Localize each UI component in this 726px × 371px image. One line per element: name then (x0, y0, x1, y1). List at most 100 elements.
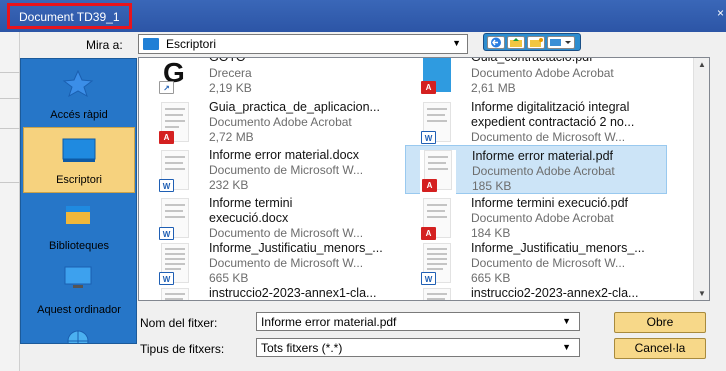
file-name-line2: execució.docx (209, 211, 289, 225)
filetype-label: Tipus de fitxers: (140, 342, 225, 356)
scroll-up-icon[interactable]: ▲ (694, 60, 709, 69)
chevron-down-icon[interactable]: ▼ (562, 316, 571, 326)
file-name: Informe termini execució.pdf (471, 196, 629, 210)
network-icon (67, 330, 89, 343)
star-icon (62, 69, 94, 97)
place-label: Escriptori (56, 174, 102, 186)
file-size: 184 KB (471, 226, 511, 240)
up-folder-icon[interactable] (507, 36, 525, 49)
place-label: Aquest ordinador (37, 304, 121, 316)
pdf-icon: A (421, 227, 436, 240)
file-size: 665 KB (471, 271, 511, 285)
filetype-dropdown[interactable]: Tots fitxers (*.*) ▼ (256, 338, 580, 357)
title-bar: Document TD39_1 × (0, 0, 726, 32)
file-type: Documento de Microsoft W... (209, 163, 364, 177)
place-libraries[interactable]: Biblioteques (23, 192, 135, 258)
close-icon[interactable]: × (717, 6, 724, 20)
view-menu-icon[interactable] (547, 36, 575, 49)
file-name: Guia_contractacio.pdf (471, 57, 593, 64)
lookin-dropdown[interactable]: Escriptori ▼ (138, 34, 468, 54)
scroll-down-icon[interactable]: ▼ (694, 289, 709, 298)
word-thumbnail: W (157, 243, 193, 287)
file-name: Informe digitalització integral (471, 100, 630, 114)
word-thumbnail (157, 288, 193, 300)
file-item[interactable]: instruccio2-2023-annex2-cla... (405, 286, 667, 300)
file-item[interactable]: A Guia_practica_de_aplicacion... Documen… (143, 100, 405, 149)
window-title: Document TD39_1 (7, 3, 132, 29)
filename-input[interactable]: Informe error material.pdf ▼ (256, 312, 580, 331)
word-thumbnail: W (419, 102, 455, 146)
file-size: 185 KB (472, 179, 512, 193)
file-type: Documento de Microsoft W... (209, 226, 364, 240)
word-thumbnail: W (157, 150, 193, 194)
file-item[interactable]: W Informe error material.docx Documento … (143, 148, 405, 197)
file-item[interactable]: W Informe digitalització integral expedi… (405, 100, 667, 149)
divider (0, 182, 20, 183)
file-type: Documento Adobe Acrobat (471, 66, 614, 80)
chevron-down-icon: ▼ (452, 38, 461, 48)
place-this-pc[interactable]: Aquest ordinador (23, 256, 135, 322)
divider (0, 98, 20, 99)
file-name: Informe termini (209, 196, 293, 210)
file-name: GOTO (209, 57, 246, 64)
lookin-label: Mira a: (86, 38, 123, 52)
pdf-thumbnail: A (420, 150, 456, 194)
file-type: Documento de Microsoft W... (471, 130, 626, 144)
file-type: Documento de Microsoft W... (471, 256, 626, 270)
file-name: Informe error material.docx (209, 148, 360, 162)
file-item[interactable]: W Informe_Justificatiu_menors_... Docume… (143, 241, 405, 290)
file-item-selected[interactable]: A Informe error material.pdf Documento A… (405, 145, 667, 194)
word-thumbnail (419, 288, 455, 300)
libraries-icon (66, 206, 90, 224)
file-type: Documento de Microsoft W... (209, 256, 364, 270)
file-list[interactable]: G ↗ GOTO Drecera 2,19 KB A Guia_contract… (138, 57, 710, 301)
back-icon[interactable] (487, 36, 505, 49)
shortcut-arrow-icon: ↗ (159, 81, 174, 94)
pdf-thumbnail: A (157, 102, 193, 146)
background-app-strip (0, 32, 20, 371)
file-item[interactable]: G ↗ GOTO Drecera 2,19 KB (143, 57, 405, 99)
open-button[interactable]: Obre (614, 312, 706, 333)
new-folder-icon[interactable] (527, 36, 545, 49)
file-type: Documento Adobe Acrobat (209, 115, 352, 129)
file-item[interactable]: W Informe_Justificatiu_menors_... Docume… (405, 241, 667, 290)
filename-label: Nom del fitxer: (140, 316, 218, 330)
pdf-thumbnail: A (419, 58, 455, 96)
computer-icon (64, 266, 92, 288)
file-name: Guia_practica_de_aplicacion... (209, 100, 380, 114)
document-preview (423, 288, 451, 300)
file-item[interactable]: W Informe termini execució.docx Document… (143, 196, 405, 245)
word-thumbnail: W (157, 198, 193, 242)
pdf-icon: A (159, 131, 174, 144)
file-name: instruccio2-2023-annex2-cla... (471, 286, 639, 300)
file-size: 665 KB (209, 271, 249, 285)
place-quick-access[interactable]: Accés ràpid (23, 61, 135, 127)
file-type: Documento Adobe Acrobat (472, 164, 615, 178)
chevron-down-icon: ▼ (562, 342, 571, 352)
file-name: instruccio2-2023-annex1-cla... (209, 286, 377, 300)
file-item[interactable]: A Guia_contractacio.pdf Documento Adobe … (405, 57, 667, 99)
place-label: Biblioteques (49, 240, 109, 252)
vertical-scrollbar[interactable]: ▲ ▼ (693, 58, 709, 300)
file-name: Informe_Justificatiu_menors_... (209, 241, 383, 255)
file-type: Documento Adobe Acrobat (471, 211, 614, 225)
file-name-line2: expedient contractació 2 no... (471, 115, 635, 129)
place-network[interactable] (23, 321, 135, 343)
file-size: 2,19 KB (209, 81, 252, 95)
word-icon: W (421, 131, 436, 144)
place-desktop[interactable]: Escriptori (23, 127, 135, 193)
word-icon: W (159, 179, 174, 192)
divider (0, 72, 20, 73)
file-name: Informe_Justificatiu_menors_... (471, 241, 645, 255)
cancel-button[interactable]: Cancel·la (614, 338, 706, 359)
places-sidebar: Accés ràpid Escriptori Biblioteques Aque… (20, 58, 137, 344)
pdf-thumbnail: A (419, 198, 455, 242)
desktop-icon (62, 138, 96, 162)
filename-value: Informe error material.pdf (261, 315, 397, 329)
word-icon: W (159, 272, 174, 285)
shortcut-thumbnail: G ↗ (157, 58, 193, 96)
word-thumbnail: W (419, 243, 455, 287)
file-item[interactable]: A Informe termini execució.pdf Documento… (405, 196, 667, 245)
folder-icon (143, 38, 159, 50)
file-item[interactable]: instruccio2-2023-annex1-cla... (143, 286, 405, 300)
